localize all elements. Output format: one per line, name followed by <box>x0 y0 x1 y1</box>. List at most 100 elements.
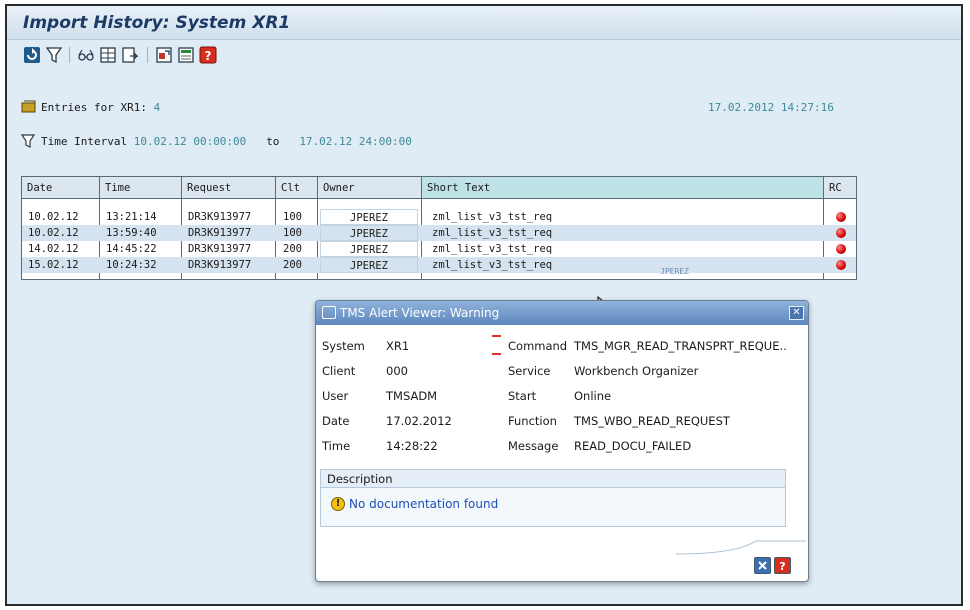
cell-client: 200 <box>283 259 302 271</box>
column-header-time[interactable]: Time <box>100 177 182 199</box>
cell-date: 15.02.12 <box>28 259 79 271</box>
details-icon[interactable] <box>99 46 117 64</box>
description-panel: Description ! No documentation found <box>320 469 786 527</box>
application-toolbar: ? <box>7 41 961 69</box>
page-title: Import History: System XR1 <box>23 13 291 33</box>
time-interval: Time Interval 10.02.12 00:00:00 to 17.02… <box>41 135 412 148</box>
cell-short-text: zml_list_v3_tst_req <box>432 259 553 271</box>
status-red-icon <box>836 228 846 238</box>
interval-to: 17.02.12 24:00:00 <box>299 135 412 148</box>
column-header-owner[interactable]: Owner <box>318 177 422 199</box>
cell-time: 13:21:14 <box>106 211 157 223</box>
legend-icon[interactable] <box>177 46 195 64</box>
time-label: Time <box>322 439 351 453</box>
cell-request: DR3K913977 <box>188 259 252 271</box>
function-value: TMS_WBO_READ_REQUEST <box>574 414 730 428</box>
user-value: TMSADM <box>386 389 438 403</box>
table-row[interactable]: 10.02.12 13:59:40 DR3K913977 100 JPEREZ … <box>22 225 856 241</box>
cell-owner: JPEREZ <box>320 257 418 273</box>
cell-client: 100 <box>283 227 302 239</box>
cell-owner: JPEREZ <box>320 209 418 225</box>
toolbar-separator <box>147 47 148 63</box>
cell-short-text: zml_list_v3_tst_req <box>432 209 820 225</box>
status-red-icon <box>836 212 846 222</box>
date-label: Date <box>322 414 350 428</box>
system-value: XR1 <box>386 339 410 353</box>
description-header: Description <box>321 470 785 488</box>
cell-owner: JPEREZ <box>320 241 418 257</box>
cell-owner: JPEREZ <box>320 225 418 241</box>
cell-time: 13:59:40 <box>106 227 157 239</box>
help-button[interactable]: ? <box>774 557 791 574</box>
command-label: Command <box>508 339 568 353</box>
toolbar-separator <box>69 47 70 63</box>
dialog-window-icon <box>322 306 336 319</box>
close-icon[interactable]: ✕ <box>789 306 804 320</box>
column-header-date[interactable]: Date <box>22 177 100 199</box>
service-label: Service <box>508 364 551 378</box>
cell-client: 200 <box>283 243 302 255</box>
table-row[interactable]: 15.02.12 10:24:32 DR3K913977 200 JPEREZ … <box>22 257 856 273</box>
date-value: 17.02.2012 <box>386 414 452 428</box>
column-header-short-text[interactable]: Short Text <box>422 177 824 199</box>
table-row[interactable]: 14.02.12 14:45:22 DR3K913977 200 JPEREZ … <box>22 241 856 257</box>
function-label: Function <box>508 414 557 428</box>
cell-short-text: zml_list_v3_tst_req <box>432 243 553 255</box>
svg-text:?: ? <box>779 560 785 573</box>
sap-window: Import History: System XR1 ? Entries for… <box>5 4 963 606</box>
cancel-button[interactable] <box>754 557 771 574</box>
cell-request: DR3K913977 <box>188 227 252 239</box>
warning-icon: ! <box>331 497 345 511</box>
glasses-icon[interactable] <box>77 46 95 64</box>
help-icon: ? <box>779 560 785 573</box>
interval-to-label: to <box>266 135 280 148</box>
dialog-title: TMS Alert Viewer: Warning <box>340 306 500 320</box>
text-cursor-marker <box>492 335 501 355</box>
filter-icon[interactable] <box>45 46 63 64</box>
close-icon <box>758 561 767 570</box>
cell-time: 14:45:22 <box>106 243 157 255</box>
cell-short-text: zml_list_v3_tst_req <box>432 227 553 239</box>
cell-time: 10:24:32 <box>106 259 157 271</box>
import-history-table: Date Time Request Clt Owner Short Text R… <box>21 176 857 280</box>
start-label: Start <box>508 389 537 403</box>
command-value: TMS_MGR_READ_TRANSPRT_REQUE.. <box>574 339 787 353</box>
cell-request: DR3K913977 <box>188 211 252 223</box>
refresh-icon[interactable] <box>23 46 41 64</box>
start-value: Online <box>574 389 612 403</box>
system-label: System <box>322 339 365 353</box>
transport-icon[interactable] <box>155 46 173 64</box>
title-bar: Import History: System XR1 <box>7 6 961 40</box>
svg-text:?: ? <box>205 49 212 63</box>
filter-icon <box>21 134 35 148</box>
entries-count: 4 <box>153 101 161 114</box>
help-icon[interactable]: ? <box>199 46 217 64</box>
client-value: 000 <box>386 364 408 378</box>
message-value: READ_DOCU_FAILED <box>574 439 692 453</box>
column-header-request[interactable]: Request <box>182 177 276 199</box>
dialog-title-bar[interactable]: TMS Alert Viewer: Warning ✕ <box>316 301 808 325</box>
owner-tooltip: JPEREZ <box>660 267 689 276</box>
status-red-icon <box>836 244 846 254</box>
report-timestamp: 17.02.2012 14:27:16 <box>708 101 834 114</box>
tms-alert-dialog: TMS Alert Viewer: Warning ✕ System XR1 C… <box>315 300 809 582</box>
interval-from: 10.02.12 00:00:00 <box>133 135 247 148</box>
cell-request: DR3K913977 <box>188 243 252 255</box>
cell-client: 100 <box>283 211 302 223</box>
time-value: 14:28:22 <box>386 439 438 453</box>
message-label: Message <box>508 439 559 453</box>
decorative-swoosh <box>676 540 806 555</box>
user-label: User <box>322 389 349 403</box>
table-row[interactable]: 10.02.12 13:21:14 DR3K913977 100 JPEREZ … <box>22 209 856 225</box>
column-header-rc[interactable]: RC <box>824 177 856 199</box>
description-text: No documentation found <box>349 497 499 511</box>
cell-date: 14.02.12 <box>28 243 79 255</box>
entries-label: Entries for XR1: 4 <box>41 101 161 114</box>
status-red-icon <box>836 260 846 270</box>
column-header-client[interactable]: Clt <box>276 177 318 199</box>
cell-date: 10.02.12 <box>28 211 79 223</box>
export-icon[interactable] <box>121 46 139 64</box>
client-label: Client <box>322 364 356 378</box>
service-value: Workbench Organizer <box>574 364 699 378</box>
cell-date: 10.02.12 <box>28 227 79 239</box>
